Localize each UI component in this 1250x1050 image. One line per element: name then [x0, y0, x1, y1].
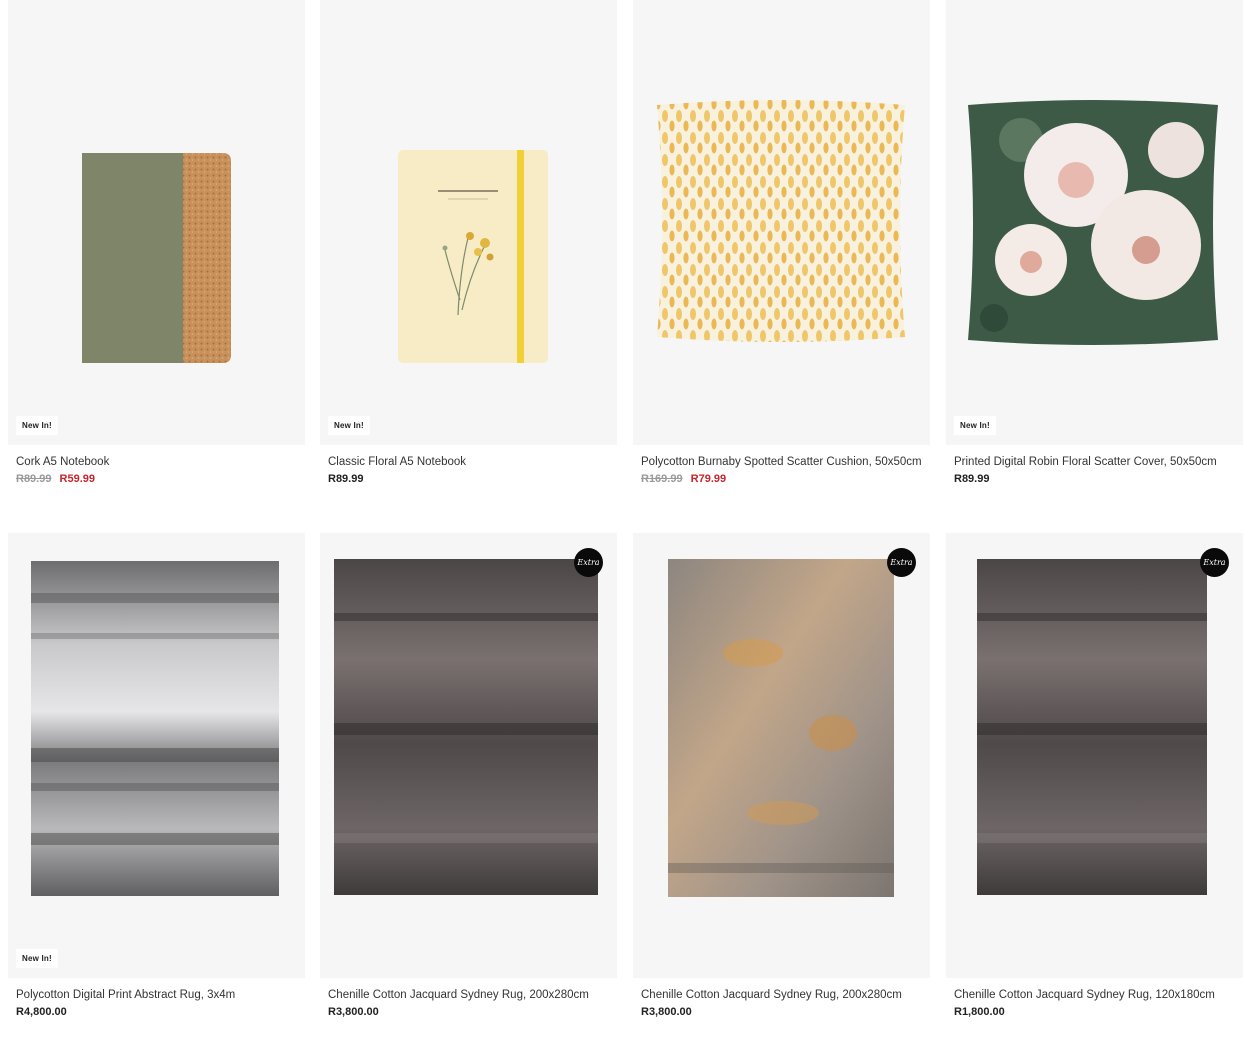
product-card[interactable]: Extra Chenille Cotton Jacquard Sydney Ru…: [320, 533, 617, 1018]
new-in-badge: New In!: [16, 949, 58, 968]
product-image[interactable]: Extra: [633, 533, 930, 978]
price-row: R3,800.00: [328, 1006, 609, 1018]
product-name[interactable]: Chenille Cotton Jacquard Sydney Rug, 200…: [641, 987, 922, 1003]
product-name[interactable]: Cork A5 Notebook: [16, 454, 297, 470]
price: R1,800.00: [954, 1006, 1005, 1018]
price: R89.99: [328, 473, 364, 485]
extra-badge: Extra: [574, 548, 603, 577]
sale-price: R79.99: [690, 473, 727, 485]
original-price: R89.99: [16, 473, 52, 485]
extra-badge: Extra: [887, 548, 916, 577]
charcoal-rug-image: [977, 559, 1207, 895]
charcoal-rug-image: [334, 559, 598, 895]
price-row: R89.99: [954, 473, 1235, 485]
floral-cushion-image: [968, 100, 1218, 345]
price: R89.99: [954, 473, 990, 485]
product-card[interactable]: New In! Polycotton Digital Print Abstrac…: [8, 533, 305, 1018]
product-name[interactable]: Chenille Cotton Jacquard Sydney Rug, 200…: [328, 987, 609, 1003]
product-image[interactable]: Extra: [320, 533, 617, 978]
price: R3,800.00: [328, 1006, 379, 1018]
price-row: R3,800.00: [641, 1006, 922, 1018]
price-row: R169.99 R79.99: [641, 473, 922, 485]
price-row: R89.99: [328, 473, 609, 485]
extra-badge: Extra: [1200, 548, 1229, 577]
price-row: R4,800.00: [16, 1006, 297, 1018]
product-grid: New In! Cork A5 Notebook R89.99 R59.99 N…: [0, 0, 1250, 1050]
sale-price: R59.99: [59, 473, 96, 485]
price-row: R1,800.00: [954, 1006, 1235, 1018]
new-in-badge: New In!: [328, 416, 370, 435]
new-in-badge: New In!: [954, 416, 996, 435]
spotted-cushion-image: [657, 100, 905, 342]
product-name[interactable]: Polycotton Digital Print Abstract Rug, 3…: [16, 987, 297, 1003]
product-name[interactable]: Polycotton Burnaby Spotted Scatter Cushi…: [641, 454, 922, 470]
ochre-rug-image: [668, 559, 894, 897]
product-card[interactable]: Extra Chenille Cotton Jacquard Sydney Ru…: [633, 533, 930, 1018]
price: R4,800.00: [16, 1006, 67, 1018]
cork-notebook-image: [82, 153, 231, 363]
product-image[interactable]: New In!: [8, 533, 305, 978]
product-name[interactable]: Classic Floral A5 Notebook: [328, 454, 609, 470]
original-price: R169.99: [641, 473, 683, 485]
product-image[interactable]: New In!: [946, 0, 1243, 445]
product-image[interactable]: New In!: [320, 0, 617, 445]
product-image[interactable]: Extra: [946, 533, 1243, 978]
product-image[interactable]: [633, 0, 930, 445]
product-card[interactable]: Polycotton Burnaby Spotted Scatter Cushi…: [633, 0, 930, 485]
product-image[interactable]: New In!: [8, 0, 305, 445]
abstract-rug-image: [31, 561, 279, 896]
product-name[interactable]: Printed Digital Robin Floral Scatter Cov…: [954, 454, 1235, 470]
product-card[interactable]: Extra Chenille Cotton Jacquard Sydney Ru…: [946, 533, 1243, 1018]
product-card[interactable]: New In! Cork A5 Notebook R89.99 R59.99: [8, 0, 305, 485]
new-in-badge: New In!: [16, 416, 58, 435]
product-card[interactable]: New In! Printed Digital Robin Floral Sca…: [946, 0, 1243, 485]
floral-notebook-image: [398, 150, 548, 363]
product-name[interactable]: Chenille Cotton Jacquard Sydney Rug, 120…: [954, 987, 1235, 1003]
price-row: R89.99 R59.99: [16, 473, 297, 485]
product-card[interactable]: New In! Classic Floral A5 Notebook R89.9…: [320, 0, 617, 485]
price: R3,800.00: [641, 1006, 692, 1018]
